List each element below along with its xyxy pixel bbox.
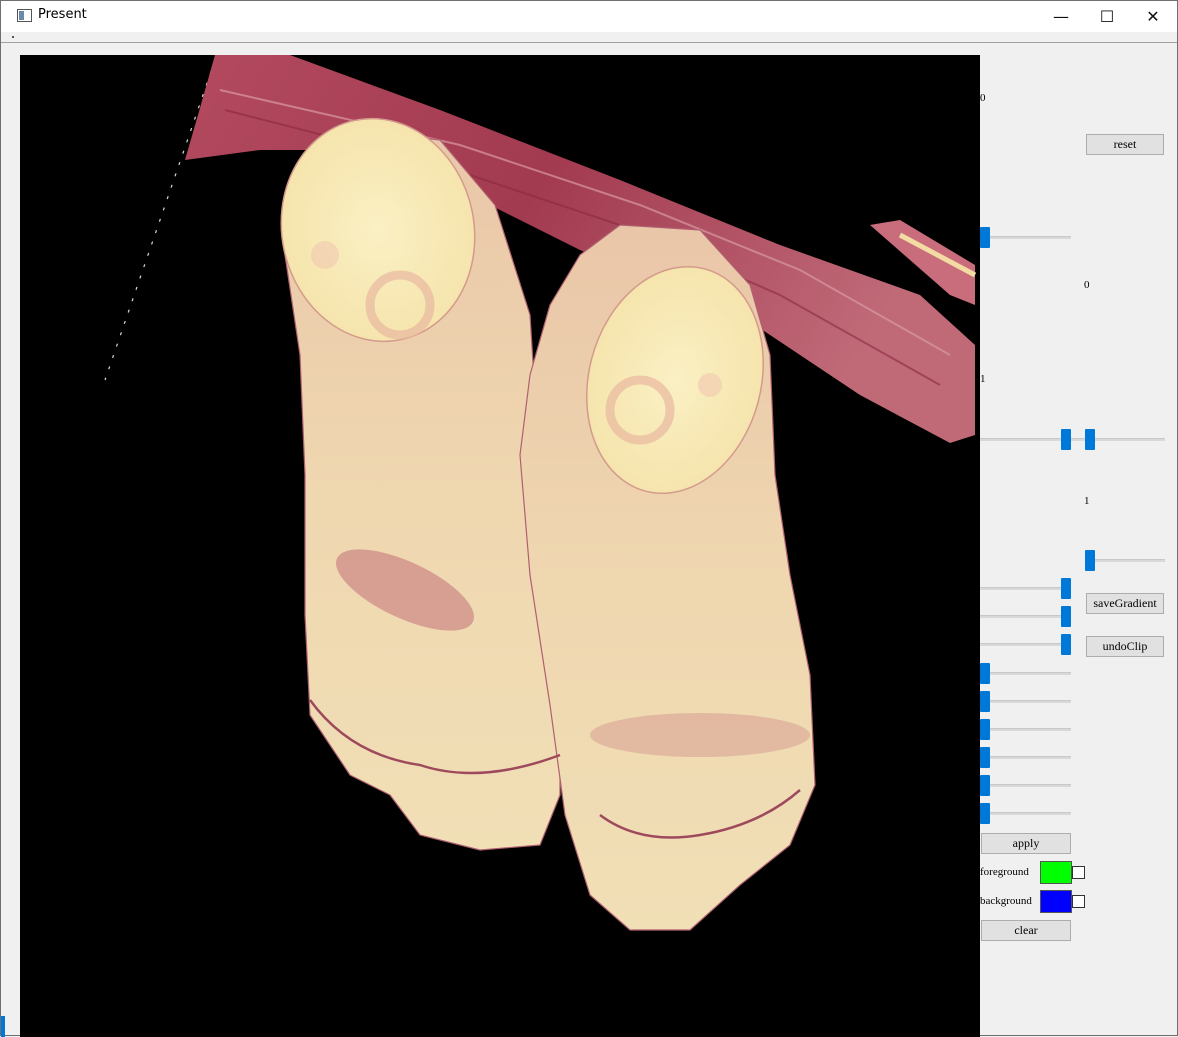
foreground-color-swatch[interactable] bbox=[1040, 861, 1072, 884]
slider-handle-clip-3[interactable] bbox=[1061, 634, 1071, 655]
close-button[interactable]: ✕ bbox=[1130, 1, 1176, 32]
slider-track-clip-9[interactable] bbox=[980, 812, 1071, 815]
slider-track-clip-6[interactable] bbox=[980, 728, 1071, 731]
slider-track-1[interactable] bbox=[980, 236, 1071, 239]
slider-handle-clip-7[interactable] bbox=[980, 747, 990, 768]
slider-handle-1[interactable] bbox=[980, 227, 990, 248]
volume-rendering bbox=[104, 55, 977, 931]
title-bar[interactable]: Present — ☐ ✕ bbox=[1, 1, 1177, 32]
slider-track-range[interactable] bbox=[980, 438, 1165, 441]
slider-track-clip-3[interactable] bbox=[980, 643, 1070, 646]
apply-button[interactable]: apply bbox=[981, 833, 1071, 854]
foreground-label: foreground bbox=[980, 866, 1029, 878]
value-label-one-a: 1 bbox=[980, 373, 986, 385]
foreground-checkbox[interactable] bbox=[1072, 866, 1085, 879]
slider-handle-clip-2[interactable] bbox=[1061, 606, 1071, 627]
slider-track-clip-8[interactable] bbox=[980, 784, 1071, 787]
value-label-mid: 0 bbox=[1084, 279, 1090, 291]
background-checkbox[interactable] bbox=[1072, 895, 1085, 908]
slider-handle-clip-1[interactable] bbox=[1061, 578, 1071, 599]
save-gradient-button[interactable]: saveGradient bbox=[1086, 593, 1164, 614]
slider-handle-clip-4[interactable] bbox=[980, 663, 990, 684]
slider-track-clip-1[interactable] bbox=[980, 587, 1070, 590]
slider-handle-clip-5[interactable] bbox=[980, 691, 990, 712]
taskbar-marker bbox=[1, 1016, 5, 1037]
value-label-one-b: 1 bbox=[1084, 495, 1090, 507]
slider-handle-clip-9[interactable] bbox=[980, 803, 990, 824]
slider-track-2[interactable] bbox=[1085, 559, 1165, 562]
reset-button[interactable]: reset bbox=[1086, 134, 1164, 155]
slider-track-clip-4[interactable] bbox=[980, 672, 1071, 675]
value-label-top: 0 bbox=[980, 92, 986, 104]
slider-handle-range-high[interactable] bbox=[1085, 429, 1095, 450]
background-label: background bbox=[980, 895, 1032, 907]
slider-track-clip-7[interactable] bbox=[980, 756, 1071, 759]
slider-handle-2[interactable] bbox=[1085, 550, 1095, 571]
slider-track-clip-5[interactable] bbox=[980, 700, 1071, 703]
slider-handle-clip-8[interactable] bbox=[980, 775, 990, 796]
render-viewport[interactable] bbox=[20, 55, 980, 1037]
slider-handle-range-low[interactable] bbox=[1061, 429, 1071, 450]
app-icon bbox=[17, 9, 32, 22]
background-color-swatch[interactable] bbox=[1040, 890, 1072, 913]
menu-bar bbox=[1, 32, 1177, 43]
window-title: Present bbox=[38, 7, 87, 22]
menu-bar-grip bbox=[12, 36, 14, 38]
maximize-button[interactable]: ☐ bbox=[1084, 1, 1130, 32]
slider-track-clip-2[interactable] bbox=[980, 615, 1070, 618]
minimize-button[interactable]: — bbox=[1038, 1, 1084, 32]
slider-handle-clip-6[interactable] bbox=[980, 719, 990, 740]
app-window: Present — ☐ ✕ 0 reset 0 1 1 saveGradient… bbox=[0, 0, 1178, 1037]
clear-button[interactable]: clear bbox=[981, 920, 1071, 941]
control-panel: 0 reset 0 1 1 saveGradient undoClip appl… bbox=[980, 55, 1178, 1037]
undo-clip-button[interactable]: undoClip bbox=[1086, 636, 1164, 657]
